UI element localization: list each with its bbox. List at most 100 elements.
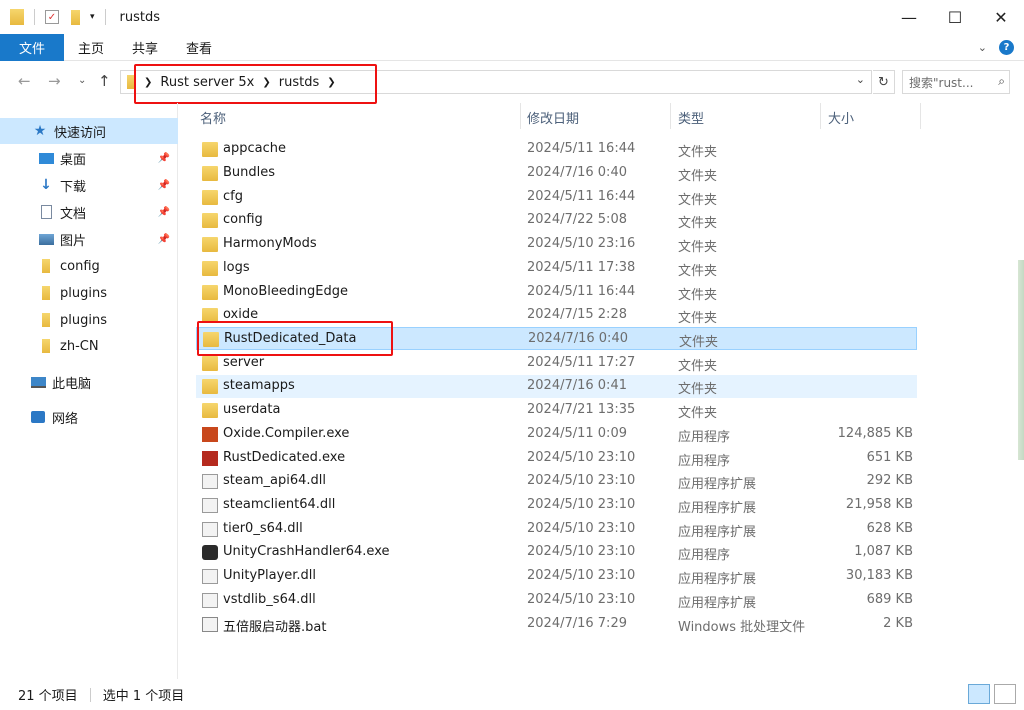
folder-icon — [202, 142, 218, 157]
refresh-icon: ↻ — [878, 74, 889, 90]
customize-toolbar-icon[interactable]: ▾ — [90, 12, 95, 22]
file-size: 628 KB — [866, 521, 913, 536]
pin-icon[interactable]: 📌 — [158, 234, 170, 245]
file-row[interactable]: steamclient64.dll 2024/5/10 23:10 应用程序扩展… — [196, 494, 917, 517]
column-divider[interactable] — [920, 103, 921, 129]
search-input[interactable]: 搜索"rust... ⌕ — [902, 70, 1010, 94]
highlight-box — [197, 321, 393, 356]
column-header-name[interactable]: 名称 — [200, 108, 226, 127]
maximize-button[interactable]: ☐ — [932, 0, 978, 34]
sidebar-item-documents[interactable]: 文档 📌 — [0, 199, 178, 225]
dll-icon — [202, 569, 218, 584]
file-row[interactable]: HarmonyMods 2024/5/10 23:16 文件夹 — [196, 233, 917, 256]
file-name: config — [223, 212, 263, 227]
sidebar-item-plugins[interactable]: plugins — [0, 280, 178, 306]
search-icon: ⌕ — [998, 74, 1005, 88]
sidebar-item-this-pc[interactable]: 此电脑 — [0, 369, 178, 395]
close-button[interactable]: ✕ — [978, 0, 1024, 34]
column-divider[interactable] — [670, 103, 671, 129]
file-date: 2024/5/11 17:27 — [527, 355, 636, 370]
file-type: 应用程序 — [678, 548, 731, 563]
pin-icon[interactable]: 📌 — [158, 207, 170, 218]
large-icons-view-icon[interactable] — [994, 684, 1016, 704]
rust-exe-icon — [202, 451, 218, 466]
folder-icon — [202, 285, 218, 300]
status-bar: 21 个项目 选中 1 个项目 — [0, 679, 1024, 710]
file-row[interactable]: RustDedicated.exe 2024/5/10 23:10 应用程序 6… — [196, 447, 917, 470]
sidebar-item-zh-cn[interactable]: zh-CN — [0, 333, 178, 359]
recent-locations-icon[interactable]: ⌄ — [78, 75, 86, 86]
file-row[interactable]: Bundles 2024/7/16 0:40 文件夹 — [196, 162, 917, 185]
sidebar-item-desktop[interactable]: 桌面 📌 — [0, 145, 178, 171]
folder-icon — [202, 166, 218, 181]
file-type: 文件夹 — [678, 240, 718, 255]
tab-share[interactable]: 共享 — [118, 34, 172, 61]
minimize-button[interactable]: — — [886, 0, 932, 34]
tab-home[interactable]: 主页 — [64, 34, 118, 61]
back-arrow-icon[interactable]: ← — [18, 72, 31, 90]
file-row[interactable]: MonoBleedingEdge 2024/5/11 16:44 文件夹 — [196, 281, 917, 304]
sidebar-item-pictures[interactable]: 图片 📌 — [0, 226, 178, 252]
file-name: cfg — [223, 189, 243, 204]
column-header-size[interactable]: 大小 — [828, 108, 854, 127]
folder-icon — [202, 379, 218, 394]
file-row[interactable]: steam_api64.dll 2024/5/10 23:10 应用程序扩展 2… — [196, 470, 917, 493]
sidebar-item-downloads[interactable]: ↓ 下载 📌 — [0, 172, 178, 198]
details-view-icon[interactable] — [968, 684, 990, 704]
file-type: 文件夹 — [678, 406, 718, 421]
file-row[interactable]: Oxide.Compiler.exe 2024/5/11 0:09 应用程序 1… — [196, 423, 917, 446]
item-count: 21 个项目 — [18, 689, 78, 704]
file-type: 文件夹 — [678, 288, 718, 303]
pin-icon[interactable]: 📌 — [158, 180, 170, 191]
file-row[interactable]: UnityPlayer.dll 2024/5/10 23:10 应用程序扩展 3… — [196, 565, 917, 588]
file-name: steam_api64.dll — [223, 473, 326, 488]
file-row[interactable]: logs 2024/5/11 17:38 文件夹 — [196, 257, 917, 280]
file-row[interactable]: cfg 2024/5/11 16:44 文件夹 — [196, 186, 917, 209]
file-row[interactable]: config 2024/7/22 5:08 文件夹 — [196, 209, 917, 232]
file-row[interactable]: 五倍服启动器.bat 2024/7/16 7:29 Windows 批处理文件 … — [196, 613, 917, 636]
file-row[interactable]: steamapps 2024/7/16 0:41 文件夹 — [196, 375, 917, 398]
column-divider[interactable] — [520, 103, 521, 129]
column-header-type[interactable]: 类型 — [678, 108, 704, 127]
dll-icon — [202, 498, 218, 513]
file-date: 2024/7/16 0:40 — [527, 165, 627, 180]
column-headers: 名称 修改日期 类型 大小 — [196, 103, 922, 129]
rust-exe-icon — [202, 427, 218, 442]
file-type: 应用程序 — [678, 430, 731, 445]
column-header-date[interactable]: 修改日期 — [527, 108, 579, 127]
file-date: 2024/5/10 23:10 — [527, 521, 636, 536]
sidebar-item-network[interactable]: 网络 — [0, 404, 178, 430]
sidebar-item-label: 桌面 — [60, 152, 87, 168]
up-arrow-icon[interactable]: ↑ — [98, 72, 111, 90]
window-controls: — ☐ ✕ — [886, 0, 1024, 34]
help-icon[interactable]: ? — [999, 40, 1014, 55]
tab-view[interactable]: 查看 — [172, 34, 226, 61]
file-type: 应用程序扩展 — [678, 572, 757, 587]
properties-icon[interactable]: ✓ — [45, 10, 59, 24]
file-date: 2024/5/10 23:10 — [527, 592, 636, 607]
new-folder-icon[interactable] — [71, 9, 80, 25]
sidebar-item-quick-access[interactable]: ★ 快速访问 — [0, 118, 178, 144]
file-row[interactable]: userdata 2024/7/21 13:35 文件夹 — [196, 399, 917, 422]
file-row[interactable]: UnityCrashHandler64.exe 2024/5/10 23:10 … — [196, 541, 917, 564]
chevron-down-icon[interactable]: ⌄ — [856, 73, 865, 86]
sidebar-item-plugins[interactable]: plugins — [0, 307, 178, 333]
tab-file[interactable]: 文件 — [0, 33, 65, 61]
file-row[interactable]: tier0_s64.dll 2024/5/10 23:10 应用程序扩展 628… — [196, 518, 917, 541]
sidebar-item-config[interactable]: config — [0, 253, 178, 279]
dll-icon — [202, 522, 218, 537]
file-date: 2024/7/16 0:41 — [527, 378, 627, 393]
file-date: 2024/7/21 13:35 — [527, 402, 636, 417]
column-divider[interactable] — [820, 103, 821, 129]
pin-icon[interactable]: 📌 — [158, 153, 170, 164]
expand-ribbon-icon[interactable]: ⌄ — [978, 41, 987, 54]
file-row[interactable]: appcache 2024/5/11 16:44 文件夹 — [196, 138, 917, 161]
file-name: server — [223, 355, 265, 370]
folder-icon — [202, 190, 218, 205]
scrollbar[interactable] — [1018, 260, 1024, 460]
refresh-button[interactable]: ↻ — [873, 70, 895, 94]
file-row[interactable]: vstdlib_s64.dll 2024/5/10 23:10 应用程序扩展 6… — [196, 589, 917, 612]
forward-arrow-icon[interactable]: → — [48, 72, 61, 90]
computer-icon — [30, 374, 46, 390]
sidebar-item-label: 网络 — [52, 411, 79, 427]
